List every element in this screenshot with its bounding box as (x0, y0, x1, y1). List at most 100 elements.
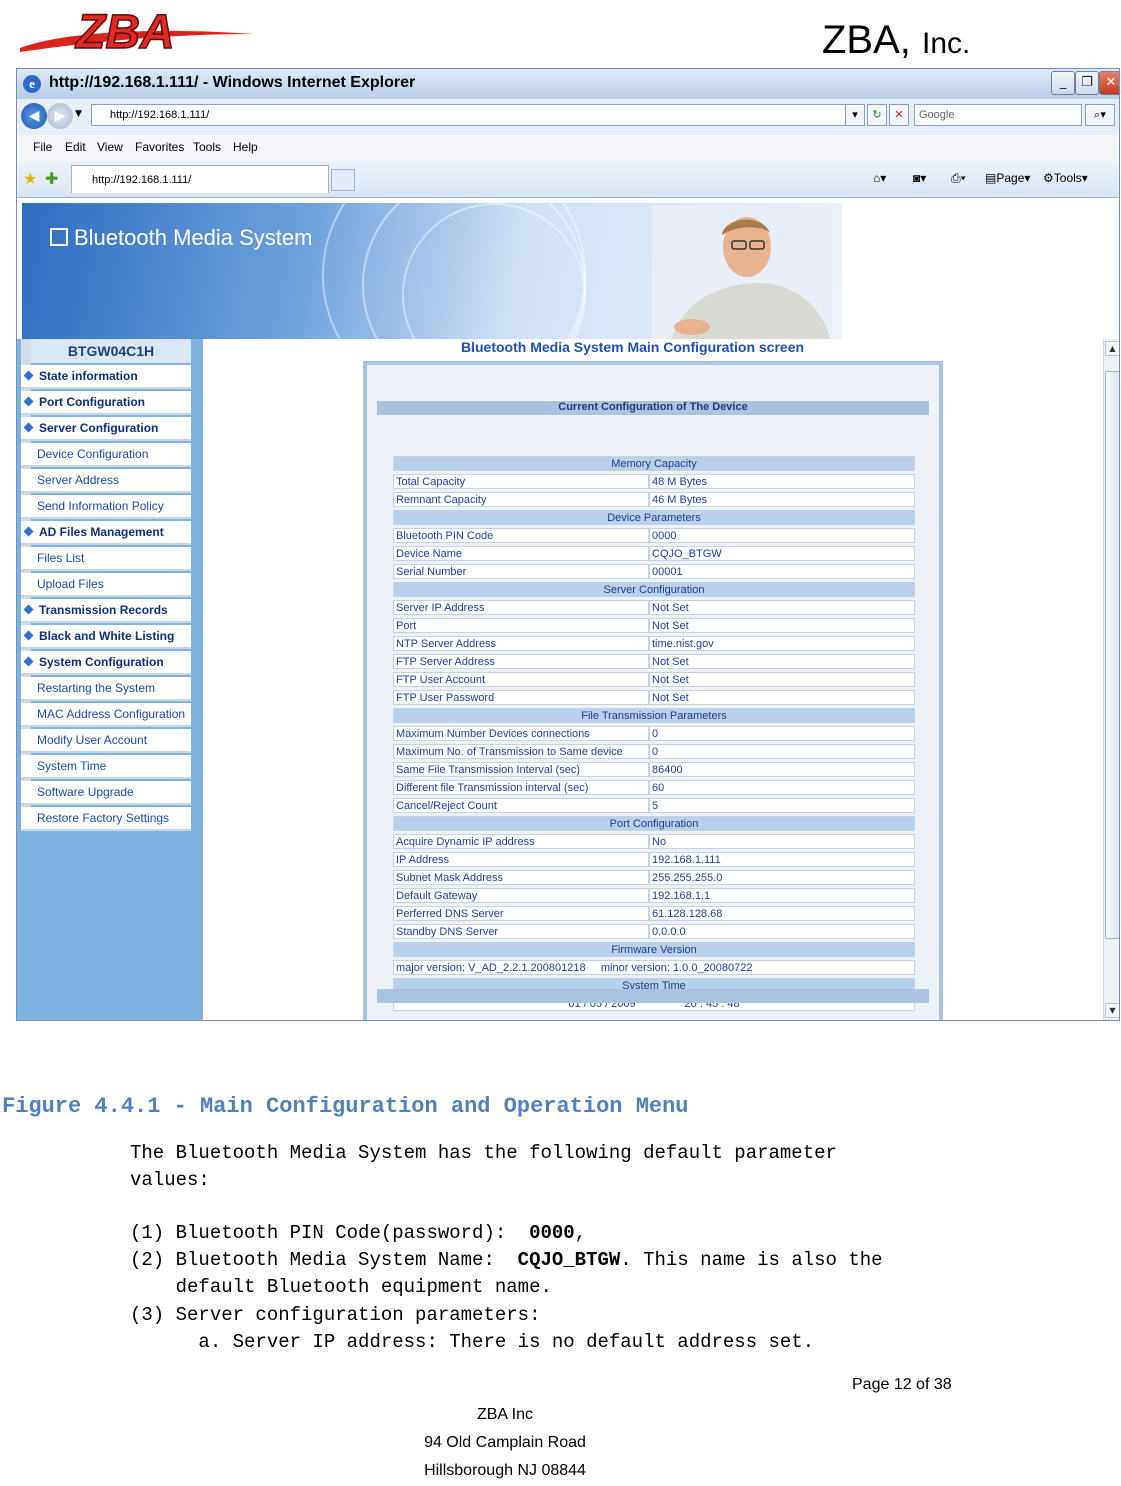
page-content: Bluetooth Media System BTGW04C1H State i… (17, 199, 1119, 1020)
param-value: major version: V_AD_2.2.1.200801218 mino… (393, 960, 915, 975)
table-row: Bluetooth PIN Code 0000 (393, 528, 915, 543)
table-row: Port Not Set (393, 618, 915, 633)
sidebar-item[interactable]: Restarting the System (21, 677, 191, 701)
sidebar-item-label: Server Configuration (39, 421, 159, 435)
new-tab-button[interactable] (331, 169, 355, 191)
zba-logo: ZBA (18, 4, 258, 60)
sidebar-item[interactable]: Files List (21, 547, 191, 571)
sidebar-item[interactable]: Port Configuration (21, 391, 191, 415)
favorites-star-icon[interactable]: ★ (23, 169, 37, 188)
table-row: Remnant Capacity 46 M Bytes (393, 492, 915, 507)
param-name: Total Capacity (393, 474, 649, 489)
section-header-row: Memory Capacity (393, 456, 915, 471)
param-value: 48 M Bytes (649, 474, 915, 489)
param-name: Port (393, 618, 649, 633)
menu-edit[interactable]: Edit (65, 140, 86, 154)
param-value: CQJO_BTGW (649, 546, 915, 561)
sidebar-item[interactable]: Server Configuration (21, 417, 191, 441)
sidebar-item-label: Upload Files (37, 577, 104, 591)
sidebar-nav: BTGW04C1H State information Port Configur… (17, 339, 203, 1020)
sidebar-item[interactable]: Server Address (21, 469, 191, 493)
table-row: Maximum Number Devices connections 0 (393, 726, 915, 741)
nav-bullet-icon (23, 370, 34, 381)
sidebar-item-label: Server Address (37, 473, 120, 487)
sidebar-item[interactable]: System Configuration (21, 651, 191, 675)
vertical-scrollbar[interactable]: ▲ ▼ (1103, 339, 1119, 1020)
sidebar-item[interactable]: MAC Address Configuration (21, 703, 191, 727)
default-item-2-cont: default Bluetooth equipment name. (130, 1276, 552, 1298)
sidebar-item[interactable]: Black and White Listing (21, 625, 191, 649)
page-menu[interactable]: ▤Page▾ (985, 171, 1030, 185)
sidebar-item[interactable]: Software Upgrade (21, 781, 191, 805)
section-title: Firmware Version (393, 942, 915, 957)
sidebar-item[interactable]: Restore Factory Settings (21, 807, 191, 831)
param-name: Cancel/Reject Count (393, 798, 649, 813)
section-title: Device Parameters (393, 510, 915, 525)
sidebar-item[interactable]: Upload Files (21, 573, 191, 597)
section-title: File Transmission Parameters (393, 708, 915, 723)
param-name: Default Gateway (393, 888, 649, 903)
intro-line-1: The Bluetooth Media System has the follo… (130, 1142, 837, 1164)
table-row: FTP Server Address Not Set (393, 654, 915, 669)
window-title: http://192.168.1.111/ - Windows Internet… (49, 74, 416, 91)
sidebar-item[interactable]: State information (21, 365, 191, 389)
add-favorite-icon[interactable]: ✚ (45, 169, 58, 188)
menu-view[interactable]: View (97, 140, 123, 154)
company-name: ZBA, Inc. (822, 18, 971, 62)
address-toolbar: ◀ ▶ ▼ http://192.168.1.111/ ▾ ↻ ✕ Google… (17, 99, 1119, 136)
sidebar-item[interactable]: Send Information Policy (21, 495, 191, 519)
address-dropdown-button[interactable]: ▾ (845, 104, 865, 126)
param-value: 5 (649, 798, 915, 813)
param-name: NTP Server Address (393, 636, 649, 651)
feeds-icon[interactable]: ◙▾ (913, 171, 926, 185)
refresh-icon[interactable]: ↻ (867, 104, 887, 126)
nav-bullet-icon (23, 630, 34, 641)
page-number: Page 12 of 38 (852, 1376, 952, 1393)
tab-current[interactable]: http://192.168.1.111/ (71, 165, 329, 193)
sidebar-item-label: Modify User Account (37, 733, 148, 747)
menu-help[interactable]: Help (233, 140, 258, 154)
default-item-1: (1) Bluetooth PIN Code(password): 0000, (130, 1222, 587, 1244)
menu-tools[interactable]: Tools (193, 140, 221, 154)
table-row: Subnet Mask Address 255.255.255.0 (393, 870, 915, 885)
sidebar-item-label: Send Information Policy (37, 499, 164, 513)
scroll-thumb[interactable] (1105, 371, 1119, 939)
sidebar-item[interactable]: Transmission Records (21, 599, 191, 623)
search-icon[interactable]: ⌕▾ (1085, 104, 1115, 126)
close-button[interactable]: ✕ (1099, 71, 1119, 95)
minimize-button[interactable]: _ (1051, 71, 1075, 95)
table-row: Device Name CQJO_BTGW (393, 546, 915, 561)
param-name: Same File Transmission Interval (sec) (393, 762, 649, 777)
scroll-down-icon[interactable]: ▼ (1105, 1003, 1119, 1018)
param-name: Subnet Mask Address (393, 870, 649, 885)
restore-button[interactable]: ❐ (1075, 71, 1099, 95)
sidebar-item[interactable]: AD Files Management (21, 521, 191, 545)
param-name: Perferred DNS Server (393, 906, 649, 921)
address-input[interactable]: http://192.168.1.111/ (91, 104, 863, 126)
section-header-row: Firmware Version (393, 942, 915, 957)
tools-menu[interactable]: ⚙Tools▾ (1043, 171, 1088, 185)
param-value: 192.168.1.1 (649, 888, 915, 903)
sidebar-item[interactable]: System Time (21, 755, 191, 779)
param-value: 60 (649, 780, 915, 795)
param-value: No (649, 834, 915, 849)
scroll-up-icon[interactable]: ▲ (1105, 341, 1119, 356)
search-input[interactable]: Google (914, 104, 1082, 126)
menu-favorites[interactable]: Favorites (135, 140, 184, 154)
sidebar-item[interactable]: Modify User Account (21, 729, 191, 753)
param-value: 192.168.1.111 (649, 852, 915, 867)
print-icon[interactable]: ⎙▾ (951, 171, 966, 186)
default-item-2: (2) Bluetooth Media System Name: CQJO_BT… (130, 1249, 883, 1271)
pin-code-value: 0000 (529, 1222, 575, 1244)
sidebar-item[interactable]: Device Configuration (21, 443, 191, 467)
device-id-header: BTGW04C1H (31, 339, 191, 363)
history-dropdown-icon[interactable]: ▼ (75, 109, 82, 119)
param-name: FTP User Password (393, 690, 649, 705)
back-button[interactable]: ◀ (21, 103, 47, 129)
forward-button[interactable]: ▶ (47, 103, 73, 129)
menu-file[interactable]: File (33, 140, 52, 154)
home-icon[interactable]: ⌂▾ (873, 171, 886, 185)
param-value: Not Set (649, 690, 915, 705)
stop-icon[interactable]: ✕ (889, 104, 909, 126)
intro-line-2: values: (130, 1169, 210, 1191)
